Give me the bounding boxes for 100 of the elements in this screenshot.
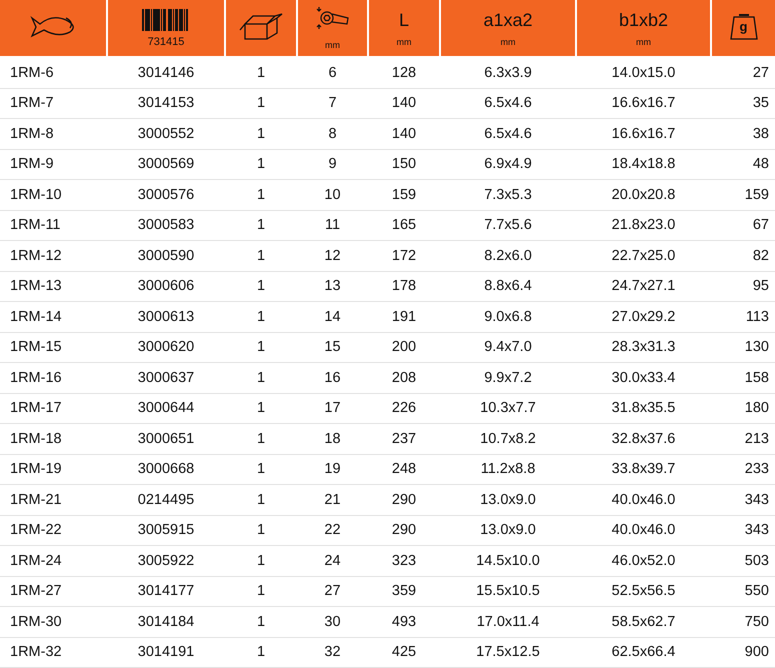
table-cell: 213 xyxy=(711,424,775,454)
table-cell: 1RM-21 xyxy=(0,484,107,515)
table-cell: 1RM-7 xyxy=(0,88,107,118)
table-cell: 35 xyxy=(711,88,775,118)
unit-label: mm xyxy=(635,36,652,46)
table-cell: 290 xyxy=(368,484,440,515)
table-cell: 67 xyxy=(711,210,775,240)
table-cell: 3000620 xyxy=(107,332,225,362)
table-cell: 226 xyxy=(368,393,440,424)
table-cell: 1RM-13 xyxy=(0,271,107,302)
table-cell: 1 xyxy=(225,332,297,362)
table-cell: 8.2x6.0 xyxy=(440,240,576,271)
table-cell: 1 xyxy=(225,606,297,637)
table-cell: 3000644 xyxy=(107,393,225,424)
table-cell: 237 xyxy=(368,424,440,454)
table-cell: 159 xyxy=(711,180,775,210)
table-cell: 1 xyxy=(225,149,297,180)
table-cell: 1 xyxy=(225,118,297,149)
table-cell: 32.8x37.6 xyxy=(576,424,711,454)
table-cell: 40.0x46.0 xyxy=(576,515,711,546)
table-cell: 208 xyxy=(368,362,440,393)
table-cell: 21 xyxy=(297,484,368,515)
table-cell: 493 xyxy=(368,606,440,637)
table-cell: 3014153 xyxy=(107,88,225,118)
table-cell: 1 xyxy=(225,393,297,424)
table-cell: 1RM-18 xyxy=(0,424,107,454)
table-cell: 3000606 xyxy=(107,271,225,302)
barcode-number: 731415 xyxy=(146,36,186,48)
table-cell: 31.8x35.5 xyxy=(576,393,711,424)
table-cell: 1RM-32 xyxy=(0,637,107,668)
table-cell: 22.7x25.0 xyxy=(576,240,711,271)
table-cell: 178 xyxy=(368,271,440,302)
table-cell: 140 xyxy=(368,88,440,118)
table-cell: 12 xyxy=(297,240,368,271)
table-cell: 191 xyxy=(368,302,440,332)
table-cell: 32 xyxy=(297,637,368,668)
table-cell: 9.9x7.2 xyxy=(440,362,576,393)
table-cell: 3014146 xyxy=(107,57,225,88)
table-cell: 17.5x12.5 xyxy=(440,637,576,668)
table-cell: 3000576 xyxy=(107,180,225,210)
table-cell: 7.7x5.6 xyxy=(440,210,576,240)
table-cell: 1 xyxy=(225,240,297,271)
table-cell: 16 xyxy=(297,362,368,393)
table-cell: 21.8x23.0 xyxy=(576,210,711,240)
table-cell: 1 xyxy=(225,515,297,546)
table-cell: 9.4x7.0 xyxy=(440,332,576,362)
table-cell: 27 xyxy=(297,576,368,606)
table-cell: 27 xyxy=(711,57,775,88)
table-cell: 3000569 xyxy=(107,149,225,180)
table-cell: 46.0x52.0 xyxy=(576,546,711,576)
table-cell: 3014184 xyxy=(107,606,225,637)
table-cell: 1RM-24 xyxy=(0,546,107,576)
table-cell: 15 xyxy=(297,332,368,362)
table-cell: 1 xyxy=(225,57,297,88)
table-cell: 52.5x56.5 xyxy=(576,576,711,606)
table-cell: 13 xyxy=(297,271,368,302)
table-cell: 18 xyxy=(297,424,368,454)
table-cell: 19 xyxy=(297,454,368,484)
table-cell: 1RM-8 xyxy=(0,118,107,149)
table-cell: 1 xyxy=(225,271,297,302)
table-cell: 6.5x4.6 xyxy=(440,88,576,118)
table-cell: 3000637 xyxy=(107,362,225,393)
wrench-icon xyxy=(314,6,350,30)
table-cell: 3000651 xyxy=(107,424,225,454)
table-cell: 14.0x15.0 xyxy=(576,57,711,88)
table-cell: 180 xyxy=(711,393,775,424)
table-cell: 22 xyxy=(297,515,368,546)
table-cell: 14 xyxy=(297,302,368,332)
table-cell: 1 xyxy=(225,88,297,118)
table-cell: 38 xyxy=(711,118,775,149)
table-cell: 13.0x9.0 xyxy=(440,484,576,515)
table-cell: 1 xyxy=(225,576,297,606)
table-cell: 3000583 xyxy=(107,210,225,240)
table-cell: 1RM-14 xyxy=(0,302,107,332)
table-cell: 1 xyxy=(225,210,297,240)
table-cell: 10.3x7.7 xyxy=(440,393,576,424)
table-cell: 750 xyxy=(711,606,775,637)
table-cell: 16.6x16.7 xyxy=(576,88,711,118)
table-cell: 1RM-27 xyxy=(0,576,107,606)
column-heading: b1xb2 xyxy=(618,10,670,30)
table-cell: 1 xyxy=(225,362,297,393)
table-cell: 48 xyxy=(711,149,775,180)
table-cell: 3000590 xyxy=(107,240,225,271)
box-icon xyxy=(239,12,283,40)
table-cell: 17.0x11.4 xyxy=(440,606,576,637)
table-cell: 28.3x31.3 xyxy=(576,332,711,362)
table-cell: 1RM-16 xyxy=(0,362,107,393)
table-cell: 33.8x39.7 xyxy=(576,454,711,484)
barcode-icon xyxy=(142,8,190,30)
table-cell: 1 xyxy=(225,484,297,515)
table-cell: 900 xyxy=(711,637,775,668)
table-cell: 359 xyxy=(368,576,440,606)
table-cell: 8 xyxy=(297,118,368,149)
table-cell: 323 xyxy=(368,546,440,576)
table-cell: 20.0x20.8 xyxy=(576,180,711,210)
table-cell: 30.0x33.4 xyxy=(576,362,711,393)
table-cell: 14.5x10.0 xyxy=(440,546,576,576)
table-cell: 3005922 xyxy=(107,546,225,576)
table-cell: 503 xyxy=(711,546,775,576)
table-cell: 1 xyxy=(225,546,297,576)
